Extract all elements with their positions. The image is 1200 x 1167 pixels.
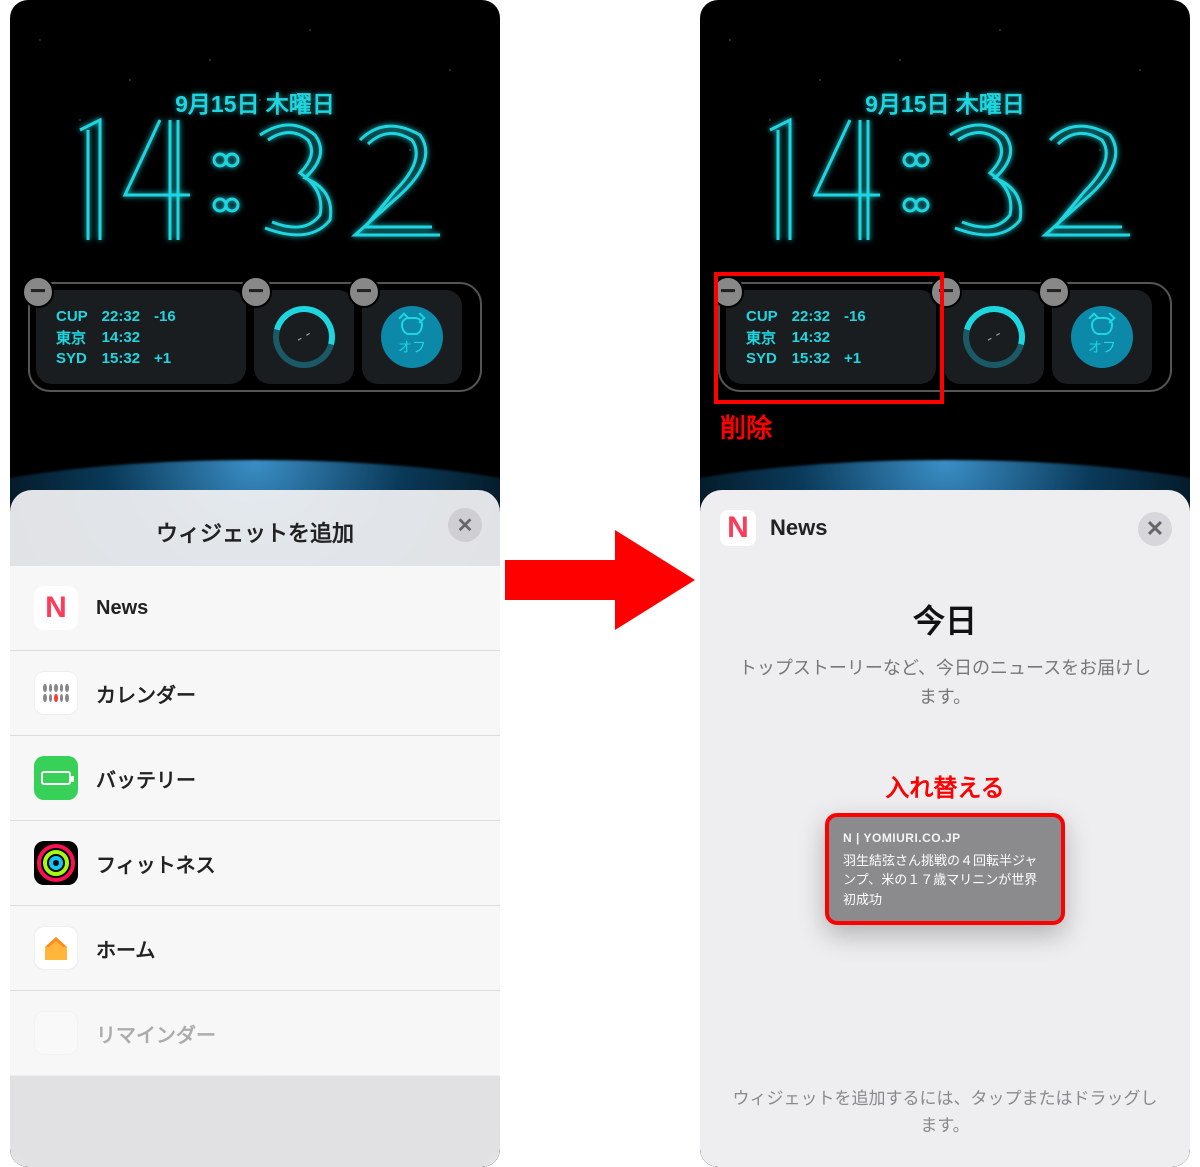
minus-icon[interactable]: − <box>348 276 380 308</box>
news-widget-sheet: N News ✕ 今日 トップストーリーなど、今日のニュースをお届けします。 入… <box>700 490 1190 1167</box>
world-clock-table: CUP22:32-16 東京14:32 SYD15:32+1 <box>48 306 184 369</box>
alarm-label: オフ <box>398 337 426 357</box>
widget-row: − CUP22:32-16 東京14:32 SYD15:32+1 − - - −… <box>28 282 482 392</box>
calendar-icon <box>34 671 78 715</box>
sheet-app-title: News <box>770 515 827 541</box>
news-widget-heading: 今日 <box>730 596 1160 642</box>
alarm-label: オフ <box>1088 337 1116 357</box>
news-source-icon: N <box>843 831 856 845</box>
news-widget-preview[interactable]: N | YOMIURI.CO.JP 羽生結弦さん挑戦の４回転半ジャンプ、米の１７… <box>825 813 1065 926</box>
ring-icon: - - <box>952 295 1037 380</box>
ring-value: - - <box>983 325 1005 348</box>
phone-screen-right: 9月15日 木曜日 − CUP22:32-16 東京14:32 SYD15:32… <box>700 0 1190 1167</box>
reminders-icon <box>34 1011 78 1055</box>
close-button[interactable]: ✕ <box>448 508 482 542</box>
sheet-header: N News ✕ <box>700 510 1190 556</box>
lockscreen-clock <box>700 110 1190 250</box>
news-icon: N <box>720 510 756 546</box>
close-button[interactable]: ✕ <box>1138 512 1172 546</box>
widget-row: − CUP22:32-16 東京14:32 SYD15:32+1 − - - −… <box>718 282 1172 392</box>
gallery-item-home[interactable]: ホーム <box>10 906 500 991</box>
home-icon <box>34 926 78 970</box>
fitness-icon <box>34 841 78 885</box>
news-widget-description: トップストーリーなど、今日のニュースをお届けします。 <box>730 654 1160 712</box>
gallery-item-reminders[interactable]: リマインダー <box>10 991 500 1076</box>
list-item-label: リマインダー <box>96 1019 216 1048</box>
table-row: 東京14:32 <box>50 327 182 348</box>
widget-gallery-sheet: ウィジェットを追加 ✕ N News カレンダー バッテリー フィット <box>10 490 500 1167</box>
preview-source: | YOMIURI.CO.JP <box>856 831 961 845</box>
minus-icon[interactable]: − <box>240 276 272 308</box>
table-row: CUP22:32-16 <box>50 308 182 325</box>
sheet-title: ウィジェットを追加 <box>10 510 500 566</box>
minus-icon[interactable]: − <box>712 276 744 308</box>
alarm-circle: オフ <box>381 306 443 368</box>
news-icon: N <box>34 586 78 630</box>
widget-alarm[interactable]: − オフ <box>362 290 462 384</box>
list-item-label: バッテリー <box>96 764 196 793</box>
alarm-clock-icon <box>401 317 423 335</box>
minus-icon[interactable]: − <box>1038 276 1070 308</box>
list-item-label: フィットネス <box>96 849 216 878</box>
widget-activity-ring[interactable]: − - - <box>944 290 1044 384</box>
annotation-replace: 入れ替える <box>730 768 1160 803</box>
list-item-label: News <box>96 597 148 620</box>
arrow-icon <box>490 520 710 640</box>
preview-headline: 羽生結弦さん挑戦の４回転半ジャンプ、米の１７歳マリニンが世界初成功 <box>843 851 1047 910</box>
news-widget-body: 今日 トップストーリーなど、今日のニュースをお届けします。 入れ替える N | … <box>700 556 1190 925</box>
gallery-item-battery[interactable]: バッテリー <box>10 736 500 821</box>
ring-value: - - <box>293 325 315 348</box>
list-item-label: ホーム <box>96 934 155 963</box>
minus-icon[interactable]: − <box>22 276 54 308</box>
world-clock-table: CUP22:32-16 東京14:32 SYD15:32+1 <box>738 306 874 369</box>
battery-icon <box>34 756 78 800</box>
lockscreen-clock <box>10 110 500 250</box>
minus-icon[interactable]: − <box>930 276 962 308</box>
widget-activity-ring[interactable]: − - - <box>254 290 354 384</box>
ring-icon: - - <box>262 295 347 380</box>
table-row: SYD15:32+1 <box>740 350 872 367</box>
gallery-item-fitness[interactable]: フィットネス <box>10 821 500 906</box>
widget-gallery-list: N News カレンダー バッテリー フィットネス <box>10 566 500 1076</box>
annotation-delete: 削除 <box>720 408 772 445</box>
list-item-label: カレンダー <box>96 679 196 708</box>
gallery-item-news[interactable]: N News <box>10 566 500 651</box>
alarm-circle: オフ <box>1071 306 1133 368</box>
table-row: 東京14:32 <box>740 327 872 348</box>
phone-screen-left: 9月15日 木曜日 − CUP22:32-16 <box>10 0 500 1167</box>
widget-alarm[interactable]: − オフ <box>1052 290 1152 384</box>
widget-world-clock[interactable]: − CUP22:32-16 東京14:32 SYD15:32+1 <box>36 290 246 384</box>
gallery-item-calendar[interactable]: カレンダー <box>10 651 500 736</box>
sheet-instruction: ウィジェットを追加するには、タップまたはドラッグします。 <box>700 1085 1190 1139</box>
widget-world-clock[interactable]: − CUP22:32-16 東京14:32 SYD15:32+1 <box>726 290 936 384</box>
alarm-clock-icon <box>1091 317 1113 335</box>
table-row: SYD15:32+1 <box>50 350 182 367</box>
table-row: CUP22:32-16 <box>740 308 872 325</box>
